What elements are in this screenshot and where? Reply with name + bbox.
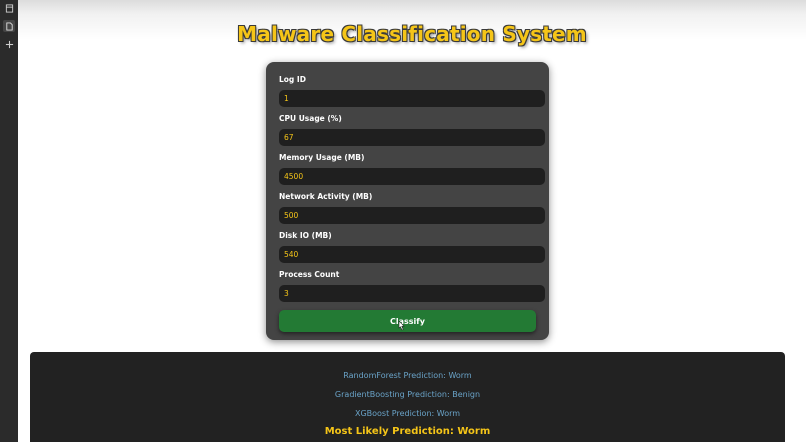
classify-button[interactable]: Classify <box>279 310 536 332</box>
field-network-activity: Network Activity (MB) <box>279 191 545 224</box>
log-id-label: Log ID <box>279 75 306 84</box>
most-likely-prediction: Most Likely Prediction: Worm <box>324 426 491 437</box>
document-icon[interactable] <box>3 20 15 32</box>
memory-usage-input[interactable] <box>279 168 545 185</box>
log-id-input[interactable] <box>279 90 545 107</box>
plus-icon[interactable] <box>3 38 15 50</box>
browser-side-strip <box>0 0 18 442</box>
field-log-id: Log ID <box>279 74 545 107</box>
xgboost-prediction: XGBoost Prediction: Worm <box>354 409 461 418</box>
field-process-count: Process Count <box>279 269 545 302</box>
field-disk-io: Disk IO (MB) <box>279 230 545 263</box>
cpu-usage-label: CPU Usage (%) <box>279 114 342 123</box>
page-content: Malware Classification System Log ID CPU… <box>18 0 806 442</box>
randomforest-prediction: RandomForest Prediction: Worm <box>343 371 472 380</box>
memory-usage-label: Memory Usage (MB) <box>279 153 365 162</box>
page-icon[interactable] <box>3 2 15 14</box>
disk-io-input[interactable] <box>279 246 545 263</box>
network-activity-label: Network Activity (MB) <box>279 192 373 201</box>
gradientboosting-prediction: GradientBoosting Prediction: Benign <box>334 390 481 399</box>
page-title: Malware Classification System <box>237 22 587 46</box>
network-activity-input[interactable] <box>279 207 545 224</box>
cpu-usage-input[interactable] <box>279 129 545 146</box>
classification-form: Log ID CPU Usage (%) Memory Usage (MB) N… <box>266 62 549 340</box>
field-cpu-usage: CPU Usage (%) <box>279 113 545 146</box>
results-panel: RandomForest Prediction: Worm GradientBo… <box>30 352 785 442</box>
field-memory-usage: Memory Usage (MB) <box>279 152 545 185</box>
mouse-cursor-icon <box>398 320 405 331</box>
disk-io-label: Disk IO (MB) <box>279 231 332 240</box>
process-count-input[interactable] <box>279 285 545 302</box>
process-count-label: Process Count <box>279 270 340 279</box>
